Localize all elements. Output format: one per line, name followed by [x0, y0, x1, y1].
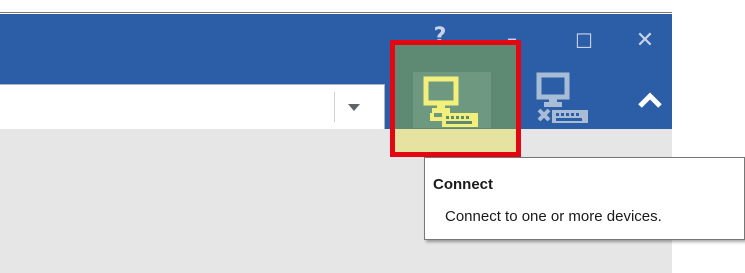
- dropdown-arrow-icon[interactable]: [348, 104, 360, 111]
- close-button[interactable]: ✕: [633, 30, 657, 52]
- monitor-disconnect-icon[interactable]: [530, 72, 592, 128]
- combobox-divider: [334, 92, 335, 122]
- window-top-border: [0, 12, 672, 13]
- tooltip-title: Connect: [433, 176, 493, 193]
- highlight-annotation-frame: [390, 40, 521, 157]
- device-combobox[interactable]: [0, 84, 385, 130]
- maximize-button[interactable]: ☐: [572, 31, 596, 51]
- chevron-up-icon[interactable]: [637, 91, 663, 109]
- tooltip-description: Connect to one or more devices.: [445, 208, 662, 225]
- connect-tooltip: Connect Connect to one or more devices.: [424, 157, 745, 240]
